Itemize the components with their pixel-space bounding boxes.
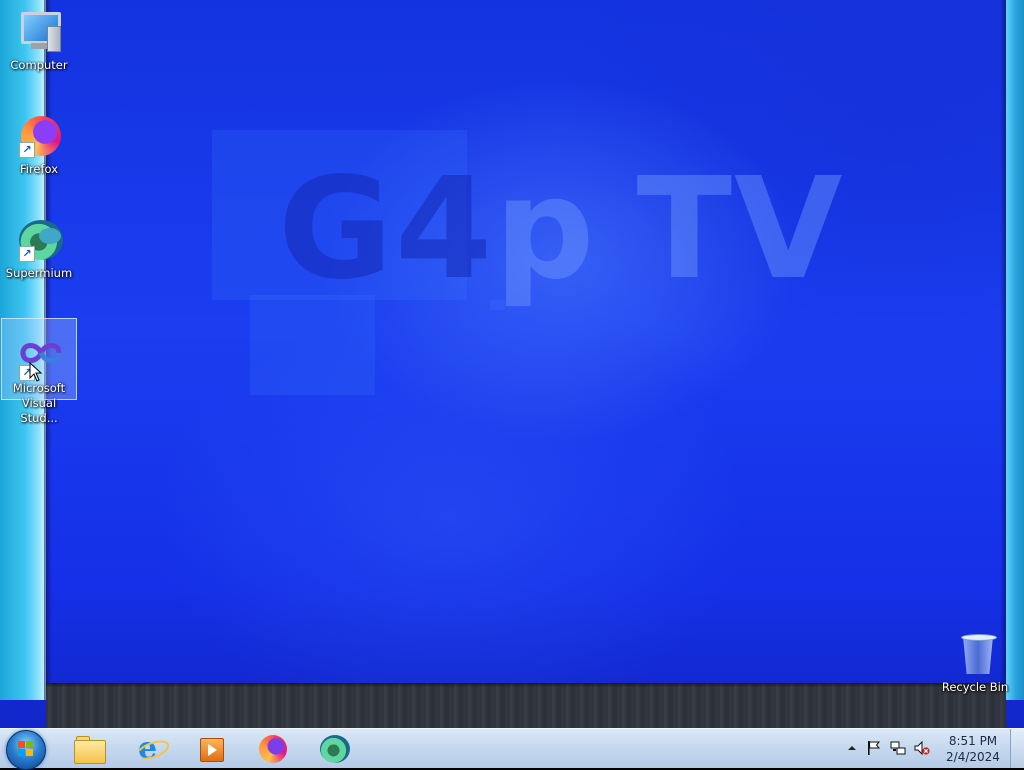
desktop-icon-label: Recycle Bin	[941, 680, 1009, 694]
desktop-icon-computer[interactable]: Computer	[1, 8, 77, 73]
watermark-g4: G4	[278, 148, 495, 311]
wallpaper-right-shadow	[1000, 0, 1006, 700]
taskbar-firefox[interactable]	[244, 729, 302, 768]
desktop-icon-label: Computer	[10, 58, 68, 72]
internet-explorer-icon: e	[134, 731, 172, 765]
taskbar-media-player[interactable]	[182, 729, 240, 768]
volume-muted-icon[interactable]	[914, 740, 930, 756]
taskbar-file-explorer[interactable]	[60, 729, 118, 768]
desktop-icon-label: Microsoft Visual Stud...	[12, 381, 66, 425]
network-icon[interactable]	[890, 740, 906, 756]
show-hidden-icons-arrow[interactable]	[844, 740, 860, 756]
clock-time: 8:51 PM	[948, 734, 998, 748]
taskbar: e 8:51 PM 2/4/2024	[0, 728, 1024, 770]
file-explorer-icon	[74, 734, 106, 764]
recycle-bin-icon	[951, 630, 999, 678]
firefox-icon	[258, 734, 288, 764]
windows-start-icon	[18, 741, 34, 757]
watermark-tv: TV	[636, 148, 845, 311]
wallpaper-watermark: G4p TV	[278, 160, 844, 300]
show-desktop-button[interactable]	[1010, 729, 1024, 768]
firefox-icon: ↗	[15, 112, 63, 160]
supermium-icon: ↗	[15, 216, 63, 264]
desktop-icon-visual-studio[interactable]: ↗ Microsoft Visual Stud...	[1, 318, 77, 425]
desktop-icon-label: Firefox	[19, 162, 59, 176]
desktop-wallpaper[interactable]: G4pTV Computer ↗ Firefox ↗ Supermium ↗	[0, 0, 1024, 728]
shortcut-arrow-icon: ↗	[19, 142, 35, 158]
computer-icon	[15, 8, 63, 56]
clock-date: 2/4/2024	[946, 750, 1000, 764]
wallpaper-right-edge	[1006, 0, 1024, 700]
start-button[interactable]	[6, 730, 46, 770]
taskbar-internet-explorer[interactable]: e	[122, 729, 180, 768]
desktop-icon-recycle-bin[interactable]: Recycle Bin	[937, 630, 1013, 695]
media-player-icon	[196, 734, 226, 764]
wallpaper-bottom-strip	[46, 683, 1006, 728]
desktop-icon-label: Supermium	[5, 266, 73, 280]
supermium-icon	[320, 734, 350, 764]
desktop-icon-supermium[interactable]: ↗ Supermium	[1, 216, 77, 281]
mouse-cursor-icon	[29, 362, 43, 382]
desktop-icon-firefox[interactable]: ↗ Firefox	[1, 112, 77, 177]
watermark-p: p	[494, 148, 597, 311]
taskbar-clock[interactable]: 8:51 PM 2/4/2024	[940, 733, 1006, 765]
taskbar-supermium[interactable]	[306, 729, 364, 768]
action-center-flag-icon[interactable]	[866, 740, 882, 756]
shortcut-arrow-icon: ↗	[19, 246, 35, 262]
